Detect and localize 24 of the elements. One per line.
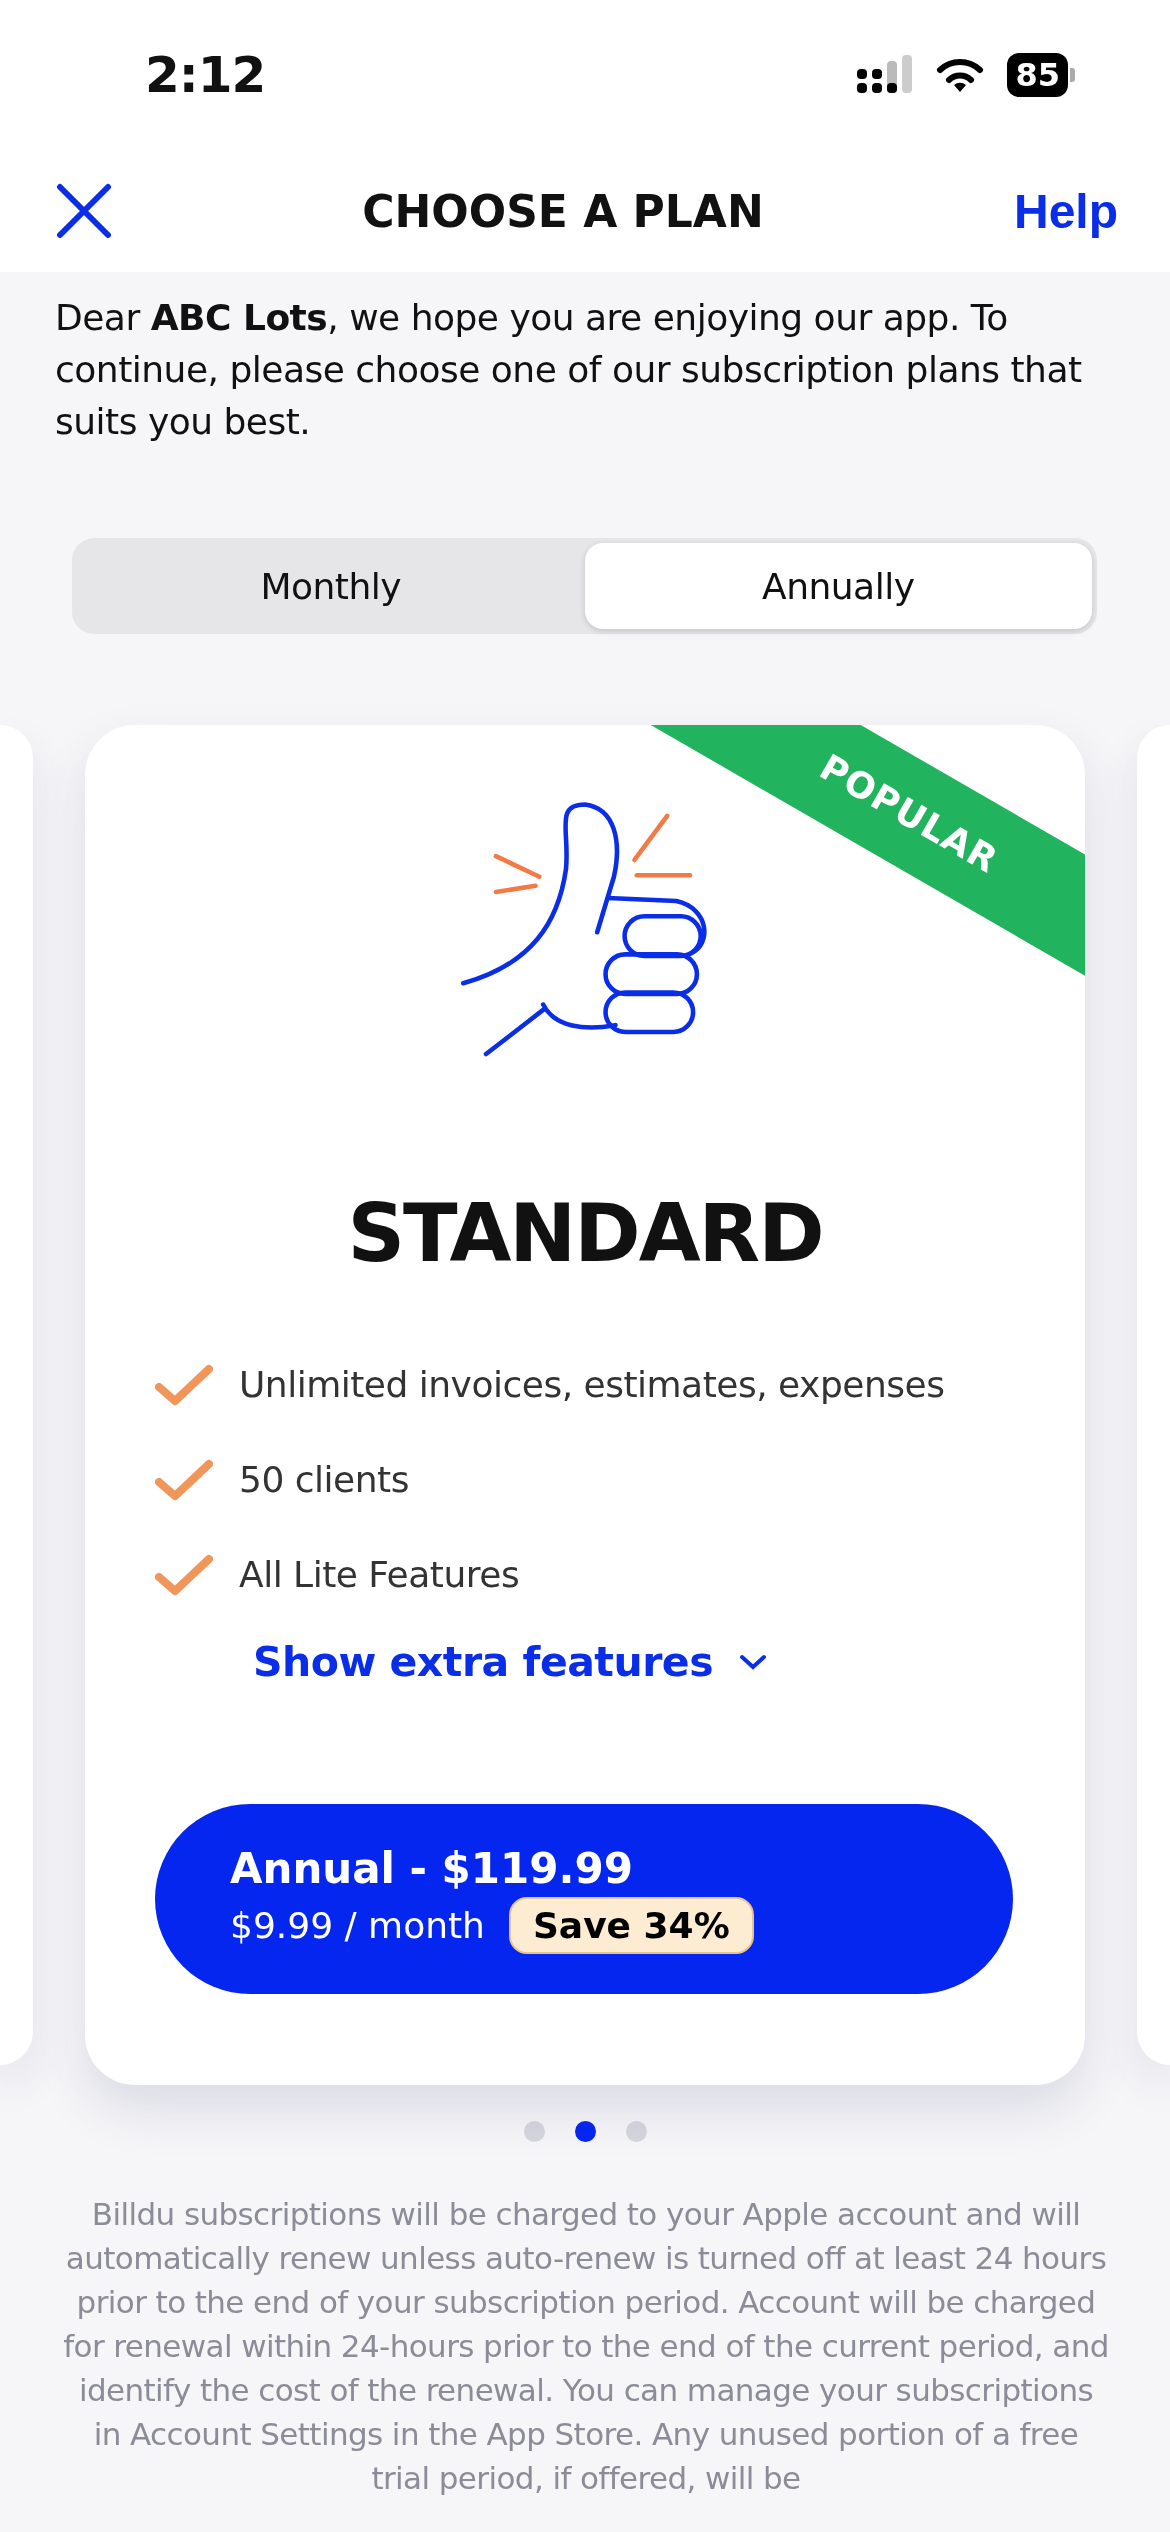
page-dot[interactable]	[574, 2121, 596, 2142]
period-tab[interactable]: Annually	[584, 543, 1092, 629]
check-icon	[155, 1457, 213, 1502]
clock-time: 2:12	[145, 46, 267, 104]
check-icon	[155, 1552, 213, 1597]
chevron-down-icon	[739, 1654, 768, 1670]
page-dot[interactable]	[523, 2121, 545, 2142]
annual-plan-button[interactable]: Annual - $119.99 $9.99 / month Save 34%	[155, 1804, 1013, 1994]
screen-title: CHOOSE A PLAN	[362, 185, 764, 237]
check-icon	[155, 1362, 213, 1407]
savings-badge: Save 34%	[508, 1897, 754, 1954]
close-icon[interactable]	[56, 183, 112, 239]
subscription-terms: Billdu subscriptions will be charged to your Apple account and will automatically renew unless auto-renew is turned off at least 24 hours prior to the end of your subscription period. Account will be charged for renewal within 24-hours prior to the end of the current period, and identify the cost of the renewal. You can manage your subscriptions in Account Settings in the App Store. Any unused portion of a free trial period, if offered, will be	[62, 2195, 1110, 2498]
show-extra-features-link[interactable]: Show extra features	[253, 1622, 768, 1702]
signal-icon	[857, 55, 914, 95]
feature-text: All Lite Features	[239, 1554, 520, 1595]
period-tab[interactable]: Monthly	[77, 543, 585, 629]
greeting-message: Dear ABC Lots, we hope you are enjoying our app. To continue, please choose one of our subscription plans that suits you best.	[55, 296, 1083, 444]
feature-text: 50 clients	[239, 1459, 409, 1500]
page-dot[interactable]	[625, 2121, 647, 2142]
help-link[interactable]: Help	[1013, 183, 1118, 239]
wifi-icon	[935, 56, 986, 94]
feature-text: Unlimited invoices, estimates, expenses	[239, 1364, 945, 1405]
plan-name: STANDARD	[346, 1189, 824, 1279]
